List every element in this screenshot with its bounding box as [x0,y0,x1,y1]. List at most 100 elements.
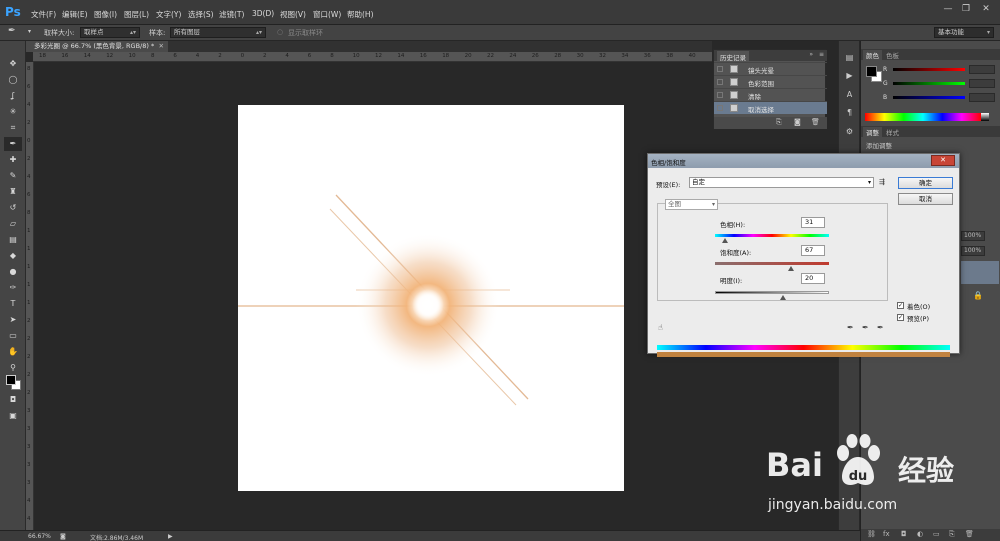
sample-size-select[interactable]: 取样点 ▴▾ [80,27,140,38]
color-spectrum-bar[interactable] [865,113,981,121]
cancel-button[interactable]: 取消 [898,193,953,205]
healing-brush-tool-icon[interactable]: ✚ [4,153,22,167]
menu-3d[interactable]: 3D(D) [252,9,274,18]
tool-presets-icon[interactable]: ⚙ [843,125,856,138]
tab-styles[interactable]: 样式 [883,127,902,137]
menu-image[interactable]: 图像(I) [94,9,117,20]
ok-button[interactable]: 确定 [898,177,953,189]
quick-mask-icon[interactable]: ◘ [4,393,22,407]
history-brush-tool-icon[interactable]: ↺ [4,201,22,215]
saturation-input[interactable]: 67 [801,245,825,256]
screen-mode-icon[interactable]: ▣ [4,409,22,423]
menu-help[interactable]: 帮助(H) [347,9,374,20]
green-slider[interactable] [893,82,965,85]
dodge-tool-icon[interactable]: ● [4,265,22,279]
zoom-tool-icon[interactable]: ⚲ [4,361,22,375]
red-value-input[interactable] [969,65,995,74]
eraser-tool-icon[interactable]: ▱ [4,217,22,231]
trash-icon[interactable]: 🗑 [811,118,820,126]
gradient-tool-icon[interactable]: ▤ [4,233,22,247]
lasso-tool-icon[interactable]: ʆ [4,89,22,103]
restore-icon[interactable]: ❐ [958,3,974,15]
new-layer-icon[interactable]: ⎘ [949,530,955,539]
tool-preset-chevron-icon[interactable]: ▾ [28,28,31,35]
zoom-level[interactable]: 66.67% [28,533,51,540]
clone-stamp-tool-icon[interactable]: ♜ [4,185,22,199]
hand-tool-icon[interactable]: ✋ [4,345,22,359]
menu-select[interactable]: 选择(S) [188,9,214,20]
adjustment-layer-icon[interactable]: ◐ [917,530,923,538]
green-value-input[interactable] [969,79,995,88]
tab-color[interactable]: 颜色 [863,50,882,60]
layer-style-icon[interactable]: fx [883,530,890,538]
channel-select[interactable]: 全图 ▾ [665,199,718,210]
add-to-sample-eyedropper-icon[interactable]: ✒ [862,323,869,332]
black-white-ramp[interactable] [981,113,989,121]
opacity-input[interactable]: 100% [961,231,985,241]
marquee-tool-icon[interactable]: ◯ [4,73,22,87]
character-panel-icon[interactable]: A [843,88,856,101]
tab-swatches[interactable]: 色板 [883,50,902,60]
saturation-slider-track[interactable] [715,262,829,265]
pen-tool-icon[interactable]: ✑ [4,281,22,295]
show-ring-checkbox[interactable]: ○ [277,28,283,36]
actions-panel-icon[interactable]: ▶ [843,69,856,82]
sample-select[interactable]: 所有图层 ▴▾ [170,27,266,38]
lightness-slider-thumb[interactable] [780,295,787,300]
history-item[interactable]: 色彩范围 [714,75,827,88]
path-selection-tool-icon[interactable]: ➤ [4,313,22,327]
foreground-color-swatch[interactable] [6,375,16,385]
menu-window[interactable]: 窗口(W) [313,9,341,20]
minimize-icon[interactable]: — [940,3,956,15]
collapse-icon[interactable]: » [809,51,813,58]
status-menu-arrow-icon[interactable]: ▶ [168,533,173,540]
dialog-titlebar[interactable]: 色相/饱和度 ✕ [648,154,959,168]
red-slider[interactable] [893,68,965,71]
menu-filter[interactable]: 滤镜(T) [219,9,244,20]
hue-slider-thumb[interactable] [721,238,728,243]
blue-slider[interactable] [893,96,965,99]
history-item[interactable]: 镜头光晕 [714,62,827,75]
close-icon[interactable]: ✕ [931,155,955,166]
crop-tool-icon[interactable]: ⌗ [4,121,22,135]
menu-type[interactable]: 文字(Y) [156,9,181,20]
close-window-icon[interactable]: ✕ [978,3,994,15]
history-brush-source-checkbox[interactable] [717,66,723,72]
menu-edit[interactable]: 编辑(E) [62,9,88,20]
brush-tool-icon[interactable]: ✎ [4,169,22,183]
preset-select[interactable]: 自定 ▾ [689,177,874,188]
history-brush-source-checkbox[interactable] [717,79,723,85]
document-canvas[interactable] [238,105,624,491]
paragraph-panel-icon[interactable]: ¶ [843,106,856,119]
eyedropper-icon[interactable]: ✒ [847,323,854,332]
group-icon[interactable]: ▭ [933,530,940,538]
subtract-from-sample-eyedropper-icon[interactable]: ✒ [877,323,884,332]
menu-layer[interactable]: 图层(L) [124,9,149,20]
history-item-selected[interactable]: 取消选择 [714,101,827,114]
document-tab[interactable]: 多彩光圈 @ 66.7% (黑色背景, RGB/8) * ✕ [26,41,168,52]
preview-checkbox[interactable]: ✓ [897,314,904,321]
lightness-slider-track[interactable] [715,291,829,294]
saturation-slider-thumb[interactable] [788,266,795,271]
history-item[interactable]: 清除 [714,88,827,101]
preset-options-icon[interactable]: ⇶ [879,178,885,186]
snapshot-icon[interactable]: ◙ [794,118,801,126]
workspace-select[interactable]: 基本功能 ▾ [934,27,994,38]
history-brush-source-checkbox[interactable] [717,105,723,111]
link-layers-icon[interactable]: ⛓ [867,530,876,538]
menu-view[interactable]: 视图(V) [280,9,306,20]
close-tab-icon[interactable]: ✕ [159,41,164,52]
hue-slider-track[interactable] [715,234,829,237]
panel-menu-icon[interactable]: ≡ [819,51,824,58]
type-tool-icon[interactable]: T [4,297,22,311]
layer-row-selected[interactable] [961,261,999,284]
blue-value-input[interactable] [969,93,995,102]
colorize-checkbox[interactable]: ✓ [897,302,904,309]
blur-tool-icon[interactable]: ◆ [4,249,22,263]
foreground-color-swatch[interactable] [866,66,877,77]
lightness-input[interactable]: 20 [801,273,825,284]
fill-input[interactable]: 100% [961,246,985,256]
tab-adjustments[interactable]: 调整 [863,127,882,137]
eyedropper-tool-icon[interactable]: ✒ [8,26,16,36]
targeted-adjustment-hand-icon[interactable]: ☝ [658,323,663,332]
